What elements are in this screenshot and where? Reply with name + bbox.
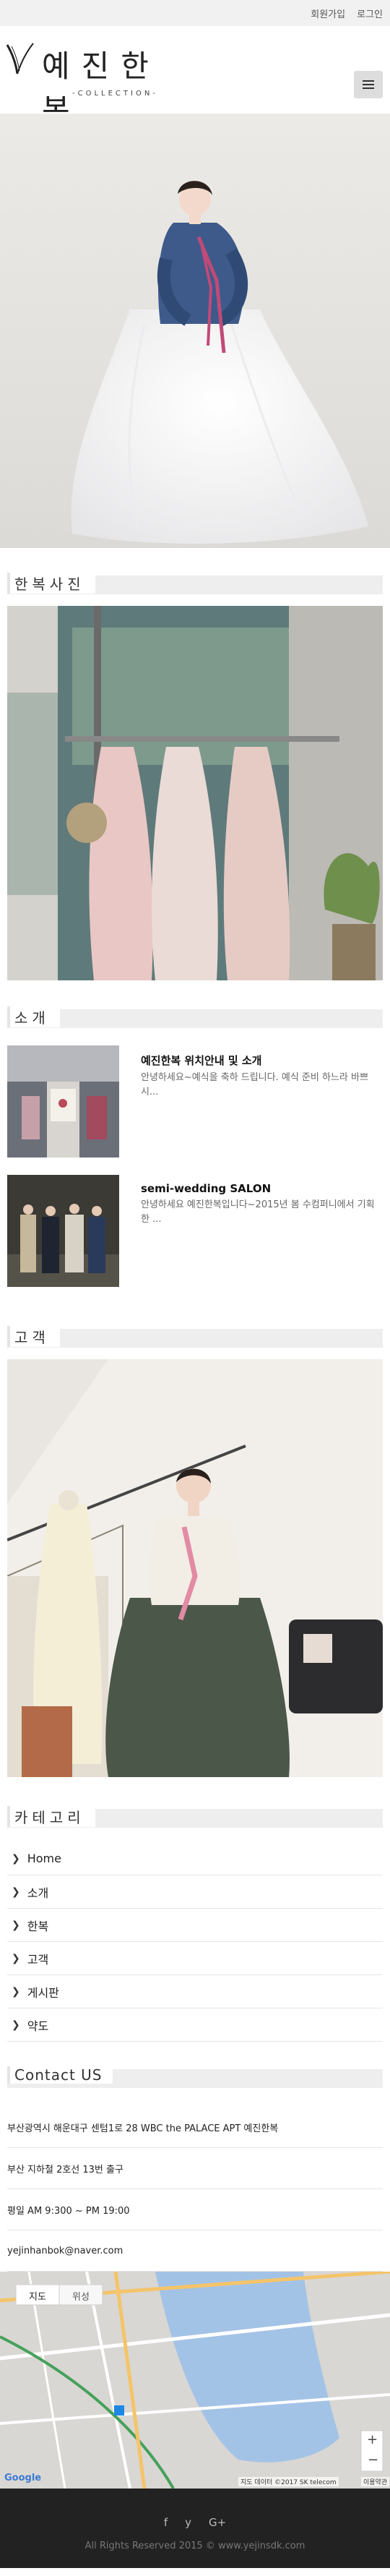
category-item-board[interactable]: ❯ 게시판 <box>7 1975 383 2008</box>
section-title-category: 카테고리 <box>7 1803 383 1832</box>
category-list: ❯ Home ❯ 소개 ❯ 한복 ❯ 고객 ❯ 게시판 ❯ 약도 <box>7 1842 383 2042</box>
news-summary: 안녕하세요~예식을 축하 드립니다. 예식 준비 하느라 바쁘시... <box>141 1072 368 1097</box>
facebook-icon[interactable]: f <box>164 2516 168 2529</box>
location-map[interactable]: 지도 위성 + − Google 지도 데이터 ©2017 SK telecom… <box>0 2272 390 2489</box>
photo-hanbok-display[interactable] <box>7 606 383 980</box>
section-title-contact: Contact US <box>7 2063 383 2092</box>
menu-button[interactable] <box>354 71 383 98</box>
category-item-hanbok[interactable]: ❯ 한복 <box>7 1909 383 1942</box>
login-link[interactable]: 로그인 <box>357 7 383 20</box>
chevron-right-icon: ❯ <box>12 1985 20 1998</box>
hanbok-model-illustration <box>71 181 369 544</box>
news-item[interactable]: semi-wedding SALON 안녕하세요 예진한복입니다~2015년 봄… <box>7 1175 383 1287</box>
photo-customer[interactable] <box>7 1359 383 1777</box>
google-logo: Google <box>4 2473 42 2483</box>
social-links: f y G+ <box>0 2516 390 2529</box>
copyright-text: All Rights Reserved 2015 © www.yejinsdk.… <box>84 2541 306 2551</box>
site-logo[interactable]: 예진한복 -COLLECTION- <box>6 39 194 128</box>
map-attribution: 지도 데이터 ©2017 SK telecom <box>238 2477 339 2486</box>
hero-image <box>0 114 390 548</box>
zoom-out-button[interactable]: − <box>368 2452 378 2468</box>
logo-mark-icon <box>6 43 34 74</box>
news-thumbnail[interactable] <box>7 1045 119 1158</box>
category-item-map[interactable]: ❯ 약도 <box>7 2008 383 2042</box>
news-summary: 안녕하세요 예진한복입니다~2015년 봄 수컴퍼니에서 기획한 ... <box>141 1199 375 1225</box>
section-title-photos: 한복사진 <box>7 570 383 599</box>
logo-subtitle: -COLLECTION- <box>72 90 158 98</box>
site-footer: f y G+ All Rights Reserved 2015 © www.ye… <box>0 2489 390 2568</box>
map-type-map-button[interactable]: 지도 <box>29 2289 46 2303</box>
hamburger-icon <box>363 80 374 89</box>
news-title[interactable]: 예진한복 위치안내 및 소개 <box>141 1053 379 1068</box>
category-item-intro[interactable]: ❯ 소개 <box>7 1875 383 1909</box>
chevron-right-icon: ❯ <box>12 1952 20 1964</box>
site-header: 예진한복 -COLLECTION- <box>0 26 390 128</box>
section-title-intro: 소개 <box>7 1004 383 1032</box>
zoom-in-button[interactable]: + <box>367 2432 378 2447</box>
google-plus-icon[interactable]: G+ <box>209 2516 226 2529</box>
news-item[interactable]: 예진한복 위치안내 및 소개 안녕하세요~예식을 축하 드립니다. 예식 준비 … <box>7 1045 383 1158</box>
contact-address: 부산광역시 해운대구 센텀1로 28 WBC the PALACE APT 예진… <box>7 2107 383 2148</box>
twitter-icon[interactable]: y <box>185 2516 191 2529</box>
signup-link[interactable]: 회원가입 <box>311 7 345 20</box>
chevron-right-icon: ❯ <box>12 1852 20 1865</box>
news-thumbnail[interactable] <box>7 1175 119 1287</box>
chevron-right-icon: ❯ <box>12 1919 20 1931</box>
contact-subway: 부산 지하철 2호선 13번 출구 <box>7 2148 383 2189</box>
map-terms-link[interactable]: 이용약관 <box>361 2477 390 2486</box>
chevron-right-icon: ❯ <box>12 2019 20 2031</box>
chevron-right-icon: ❯ <box>12 1886 20 1898</box>
contact-hours: 평일 AM 9:300 ~ PM 19:00 <box>7 2189 383 2230</box>
contact-email[interactable]: yejinhanbok@naver.com <box>7 2230 383 2272</box>
news-title[interactable]: semi-wedding SALON <box>141 1182 379 1195</box>
top-bar: 회원가입 로그인 <box>0 0 390 26</box>
section-title-customers: 고객 <box>7 1323 383 1352</box>
map-type-satellite-button[interactable]: 위성 <box>72 2289 90 2303</box>
category-item-customers[interactable]: ❯ 고객 <box>7 1942 383 1975</box>
category-item-home[interactable]: ❯ Home <box>7 1842 383 1875</box>
